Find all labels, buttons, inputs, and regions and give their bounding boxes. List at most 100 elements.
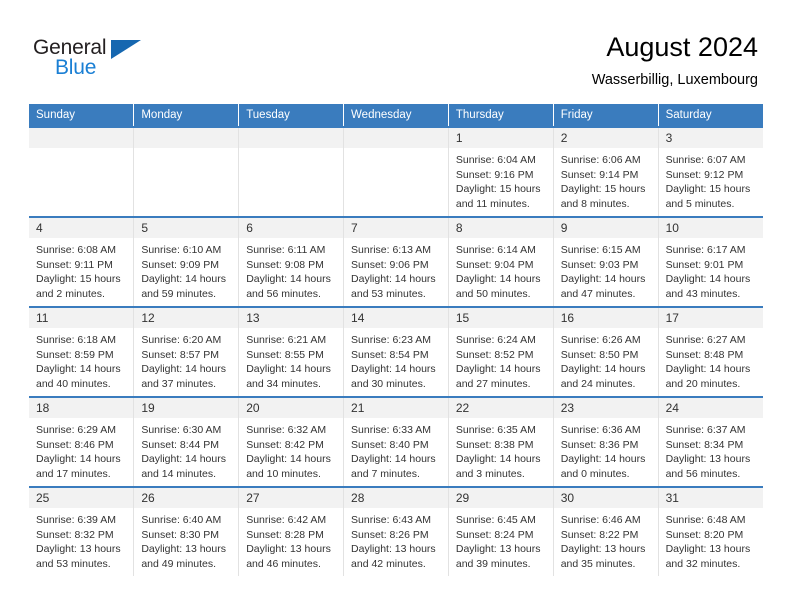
calendar-day-cell[interactable]: 25 Sunrise: 6:39 AM Sunset: 8:32 PM Dayligh…: [29, 486, 135, 576]
calendar-day-cell[interactable]: 4 Sunrise: 6:08 AM Sunset: 9:11 PM Daylight…: [29, 216, 135, 307]
calendar-day-cell[interactable]: 14 Sunrise: 6:23 AM Sunset: 8:54 PM Dayligh…: [343, 306, 449, 397]
calendar-day-cell[interactable]: 29 Sunrise: 6:45 AM Sunset: 8:24 PM Dayligh…: [448, 486, 554, 576]
sunrise-time: Sunrise: 6:43 AM: [351, 514, 431, 526]
sunset-time: Sunset: 8:28 PM: [246, 528, 324, 541]
daylight-duration-line1: Daylight: 15 hours: [665, 183, 751, 196]
calendar-day-cell[interactable]: 7 Sunrise: 6:13 AM Sunset: 9:06 PM Daylight…: [343, 216, 449, 307]
daylight-duration-line1: Daylight: 14 hours: [351, 363, 436, 376]
calendar-day-cell[interactable]: 20 Sunrise: 6:32 AM Sunset: 8:42 PM Dayligh…: [238, 396, 345, 487]
daylight-duration-line2: and 3 minutes.: [455, 467, 525, 480]
daylight-duration-line2: and 40 minutes.: [36, 377, 111, 390]
calendar-day-cell[interactable]: 1 Sunrise: 6:04 AM Sunset: 9:16 PM Daylight…: [448, 126, 554, 217]
general-blue-logo[interactable]: General Blue: [33, 36, 153, 86]
calendar-day-cell[interactable]: 23 Sunrise: 6:36 AM Sunset: 8:36 PM Dayligh…: [553, 396, 659, 487]
calendar-day-cell[interactable]: 24 Sunrise: 6:37 AM Sunset: 8:34 PM Dayligh…: [658, 396, 763, 487]
day-cell-inner: 10 Sunrise: 6:17 AM Sunset: 9:01 PM Dayligh…: [658, 218, 763, 306]
day-details: Sunrise: 6:08 AM Sunset: 9:11 PM Daylight:…: [29, 238, 133, 301]
daylight-duration-line1: Daylight: 13 hours: [455, 543, 541, 556]
day-details: Sunrise: 6:13 AM Sunset: 9:06 PM Daylight:…: [344, 238, 448, 301]
day-cell-inner: 3 Sunrise: 6:07 AM Sunset: 9:12 PM Daylight…: [658, 128, 763, 216]
weekday-header-row: Sunday Monday Tuesday Wednesday Thursday…: [29, 104, 763, 127]
calendar-cell-empty: [133, 126, 240, 217]
day-cell-inner: 15 Sunrise: 6:24 AM Sunset: 8:52 PM Dayligh…: [448, 308, 553, 396]
sunset-time: Sunset: 9:12 PM: [665, 168, 744, 181]
daylight-duration-line2: and 5 minutes.: [665, 197, 735, 210]
daylight-duration-line2: and 34 minutes.: [246, 377, 321, 390]
day-cell-inner: [239, 128, 344, 216]
daylight-duration-line1: Daylight: 15 hours: [560, 183, 646, 196]
logo-text-blue: Blue: [55, 56, 97, 79]
daylight-duration-line2: and 53 minutes.: [351, 287, 426, 300]
daylight-duration-line1: Daylight: 14 hours: [455, 363, 541, 376]
daylight-duration-line1: Daylight: 15 hours: [36, 273, 121, 286]
title-block: August 2024 Wasserbillig, Luxembourg: [592, 30, 758, 90]
calendar-day-cell[interactable]: 21 Sunrise: 6:33 AM Sunset: 8:40 PM Dayligh…: [343, 396, 449, 487]
calendar-day-cell[interactable]: 15 Sunrise: 6:24 AM Sunset: 8:52 PM Dayligh…: [448, 306, 554, 397]
day-cell-inner: 19 Sunrise: 6:30 AM Sunset: 8:44 PM Dayligh…: [134, 398, 239, 486]
sunrise-time: Sunrise: 6:10 AM: [141, 244, 222, 256]
day-details: Sunrise: 6:27 AM Sunset: 8:48 PM Daylight:…: [659, 328, 763, 391]
calendar-day-cell[interactable]: 30 Sunrise: 6:46 AM Sunset: 8:22 PM Dayligh…: [553, 486, 659, 576]
page-header: General Blue August 2024 Wasserbillig, L…: [0, 0, 792, 100]
day-number: 23: [553, 398, 658, 418]
day-number: 30: [553, 488, 658, 508]
calendar-day-cell[interactable]: 8 Sunrise: 6:14 AM Sunset: 9:04 PM Daylight…: [448, 216, 554, 307]
calendar-day-cell[interactable]: 16 Sunrise: 6:26 AM Sunset: 8:50 PM Dayligh…: [553, 306, 659, 397]
calendar-day-cell[interactable]: 18 Sunrise: 6:29 AM Sunset: 8:46 PM Dayligh…: [29, 396, 135, 487]
calendar-day-cell[interactable]: 6 Sunrise: 6:11 AM Sunset: 9:08 PM Daylight…: [238, 216, 345, 307]
daylight-duration-line2: and 37 minutes.: [141, 377, 217, 390]
calendar-day-cell[interactable]: 3 Sunrise: 6:07 AM Sunset: 9:12 PM Daylight…: [658, 126, 763, 217]
day-details: Sunrise: 6:18 AM Sunset: 8:59 PM Daylight:…: [29, 328, 133, 391]
sunset-time: Sunset: 8:30 PM: [141, 528, 219, 541]
calendar-day-cell[interactable]: 9 Sunrise: 6:15 AM Sunset: 9:03 PM Daylight…: [553, 216, 659, 307]
sunrise-time: Sunrise: 6:33 AM: [351, 424, 431, 436]
calendar-cell-empty: [29, 126, 135, 217]
calendar-day-cell[interactable]: 31 Sunrise: 6:48 AM Sunset: 8:20 PM Dayligh…: [658, 486, 763, 576]
day-details: Sunrise: 6:35 AM Sunset: 8:38 PM Daylight:…: [449, 418, 553, 481]
calendar-day-cell[interactable]: 19 Sunrise: 6:30 AM Sunset: 8:44 PM Dayligh…: [133, 396, 240, 487]
calendar-day-cell[interactable]: 22 Sunrise: 6:35 AM Sunset: 8:38 PM Dayligh…: [448, 396, 554, 487]
day-details: Sunrise: 6:43 AM Sunset: 8:26 PM Daylight:…: [344, 508, 448, 571]
calendar-day-cell[interactable]: 17 Sunrise: 6:27 AM Sunset: 8:48 PM Dayligh…: [658, 306, 763, 397]
sunrise-time: Sunrise: 6:29 AM: [36, 424, 116, 436]
daylight-duration-line1: Daylight: 14 hours: [560, 453, 646, 466]
day-cell-inner: 30 Sunrise: 6:46 AM Sunset: 8:22 PM Dayligh…: [553, 488, 658, 576]
day-number: 1: [448, 128, 553, 148]
day-cell-inner: 16 Sunrise: 6:26 AM Sunset: 8:50 PM Dayligh…: [553, 308, 658, 396]
day-number: 21: [344, 398, 448, 418]
daylight-duration-line1: Daylight: 14 hours: [36, 363, 121, 376]
calendar-day-cell[interactable]: 2 Sunrise: 6:06 AM Sunset: 9:14 PM Daylight…: [553, 126, 659, 217]
calendar-day-cell[interactable]: 28 Sunrise: 6:43 AM Sunset: 8:26 PM Dayligh…: [343, 486, 449, 576]
day-cell-inner: 9 Sunrise: 6:15 AM Sunset: 9:03 PM Daylight…: [553, 218, 658, 306]
day-cell-inner: 23 Sunrise: 6:36 AM Sunset: 8:36 PM Dayligh…: [553, 398, 658, 486]
calendar-day-cell[interactable]: 12 Sunrise: 6:20 AM Sunset: 8:57 PM Dayligh…: [133, 306, 240, 397]
calendar-day-cell[interactable]: 26 Sunrise: 6:40 AM Sunset: 8:30 PM Dayligh…: [133, 486, 240, 576]
calendar-week-row: 1 Sunrise: 6:04 AM Sunset: 9:16 PM Daylight…: [29, 126, 763, 217]
calendar-day-cell[interactable]: 5 Sunrise: 6:10 AM Sunset: 9:09 PM Daylight…: [133, 216, 240, 307]
sunrise-time: Sunrise: 6:45 AM: [455, 514, 536, 526]
sunrise-time: Sunrise: 6:20 AM: [141, 334, 222, 346]
daylight-duration-line2: and 8 minutes.: [560, 197, 630, 210]
sunset-time: Sunset: 8:46 PM: [36, 438, 114, 451]
day-cell-inner: 8 Sunrise: 6:14 AM Sunset: 9:04 PM Daylight…: [448, 218, 553, 306]
day-cell-inner: 28 Sunrise: 6:43 AM Sunset: 8:26 PM Dayligh…: [344, 488, 448, 576]
weekday-header-saturday: Saturday: [658, 104, 763, 127]
day-number: 17: [658, 308, 763, 328]
sunrise-time: Sunrise: 6:23 AM: [351, 334, 431, 346]
day-number: 18: [29, 398, 134, 418]
daylight-duration-line2: and 27 minutes.: [455, 377, 531, 390]
weekday-header-tuesday: Tuesday: [238, 104, 345, 127]
calendar-day-cell[interactable]: 13 Sunrise: 6:21 AM Sunset: 8:55 PM Dayligh…: [238, 306, 345, 397]
calendar-day-cell[interactable]: 10 Sunrise: 6:17 AM Sunset: 9:01 PM Dayligh…: [658, 216, 763, 307]
weekday-header-sunday: Sunday: [29, 104, 135, 127]
sunset-time: Sunset: 8:52 PM: [455, 348, 534, 361]
sunset-time: Sunset: 8:32 PM: [36, 528, 114, 541]
sunrise-time: Sunrise: 6:15 AM: [560, 244, 641, 256]
day-cell-inner: 1 Sunrise: 6:04 AM Sunset: 9:16 PM Daylight…: [448, 128, 553, 216]
daylight-duration-line2: and 56 minutes.: [246, 287, 321, 300]
calendar-day-cell[interactable]: 11 Sunrise: 6:18 AM Sunset: 8:59 PM Dayligh…: [29, 306, 135, 397]
sunrise-time: Sunrise: 6:07 AM: [665, 154, 746, 166]
calendar-day-cell[interactable]: 27 Sunrise: 6:42 AM Sunset: 8:28 PM Dayligh…: [238, 486, 345, 576]
day-details: Sunrise: 6:06 AM Sunset: 9:14 PM Daylight:…: [554, 148, 658, 211]
day-cell-inner: 29 Sunrise: 6:45 AM Sunset: 8:24 PM Dayligh…: [448, 488, 553, 576]
